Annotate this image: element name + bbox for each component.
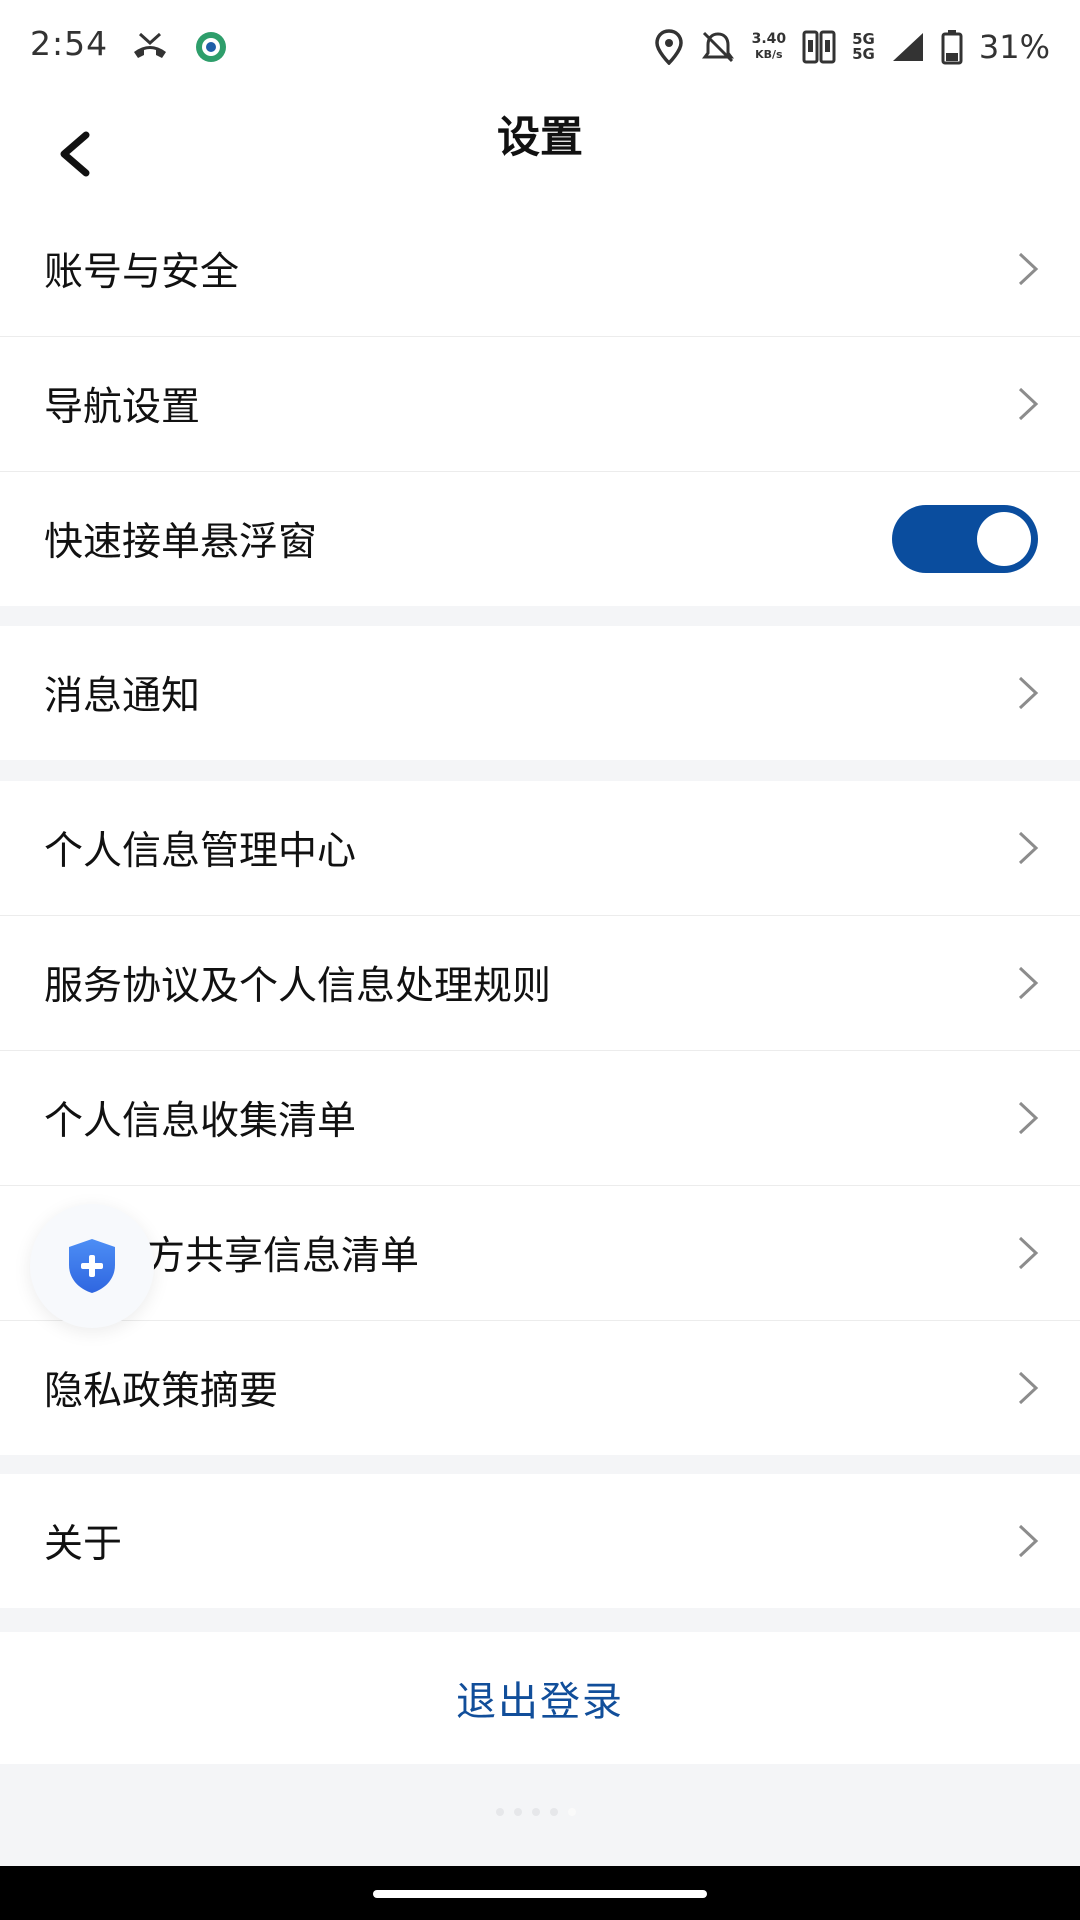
row-label: 隐私政策摘要	[44, 1369, 279, 1414]
settings-row-about[interactable]: 关于	[0, 1474, 1080, 1608]
status-icons: 3.40 KB/s 5G 5G 31%	[654, 26, 1050, 68]
app-notification-icon	[196, 32, 226, 62]
settings-group-privacy: 个人信息管理中心 服务协议及个人信息处理规则 个人信息收集清单 方共享信息清单 …	[0, 781, 1080, 1455]
chevron-right-icon	[1018, 1236, 1039, 1270]
floating-security-button[interactable]	[30, 1204, 154, 1328]
status-bar: 2:54 3.40 KB/s 5G 5G 31%	[0, 0, 1080, 94]
settings-group-notifications: 消息通知	[0, 626, 1080, 760]
row-label: 消息通知	[44, 674, 201, 719]
alarm-off-icon	[701, 31, 734, 63]
chevron-right-icon	[1018, 1524, 1039, 1558]
settings-row-service-agreement[interactable]: 服务协议及个人信息处理规则	[0, 916, 1080, 1051]
chevron-right-icon	[1018, 252, 1039, 286]
home-gesture-handle[interactable]	[373, 1890, 707, 1898]
page-indicator	[496, 1808, 576, 1816]
page-dot	[496, 1808, 504, 1816]
system-navigation-bar	[0, 1866, 1080, 1920]
network-speed-unit: KB/s	[755, 48, 783, 61]
settings-group-about: 关于	[0, 1474, 1080, 1608]
shield-plus-icon	[69, 1239, 115, 1293]
chevron-right-icon	[1018, 676, 1039, 710]
chevron-right-icon	[1018, 966, 1039, 1000]
chevron-right-icon	[1018, 387, 1039, 421]
settings-group-account: 账号与安全 导航设置 快速接单悬浮窗	[0, 202, 1080, 606]
settings-row-privacy-summary[interactable]: 隐私政策摘要	[0, 1321, 1080, 1455]
settings-row-floating-window: 快速接单悬浮窗	[0, 472, 1080, 606]
sim-icon	[802, 30, 836, 64]
row-label: 服务协议及个人信息处理规则	[44, 964, 552, 1009]
settings-row-account-security[interactable]: 账号与安全	[0, 202, 1080, 337]
row-label: 个人信息管理中心	[44, 829, 357, 874]
page-dot	[550, 1808, 558, 1816]
signal-icon	[892, 33, 923, 61]
status-time: 2:54	[30, 24, 109, 63]
row-label: 关于	[44, 1522, 123, 1567]
network-type-bottom: 5G	[852, 45, 875, 63]
settings-row-notifications[interactable]: 消息通知	[0, 626, 1080, 760]
row-label: 账号与安全	[44, 250, 240, 295]
row-label: 个人信息收集清单	[44, 1099, 357, 1144]
battery-percent: 31%	[978, 28, 1050, 66]
logout-button[interactable]: 退出登录	[0, 1632, 1080, 1764]
chevron-right-icon	[1018, 1101, 1039, 1135]
settings-row-personal-info-center[interactable]: 个人信息管理中心	[0, 781, 1080, 916]
page-dot	[532, 1808, 540, 1816]
page-dot	[514, 1808, 522, 1816]
settings-row-info-collection-list[interactable]: 个人信息收集清单	[0, 1051, 1080, 1186]
settings-row-navigation[interactable]: 导航设置	[0, 337, 1080, 472]
settings-row-third-party-sharing[interactable]: 方共享信息清单	[0, 1186, 1080, 1321]
network-speed-value: 3.40	[751, 31, 787, 47]
network-type: 5G 5G	[852, 32, 875, 62]
logout-label: 退出登录	[456, 1679, 624, 1725]
row-label: 快速接单悬浮窗	[44, 520, 318, 565]
toggle-knob	[977, 512, 1031, 566]
page-dot-active	[568, 1808, 576, 1816]
floating-window-toggle[interactable]	[892, 505, 1038, 573]
network-speed: 3.40 KB/s	[752, 32, 787, 62]
chevron-right-icon	[1018, 1371, 1039, 1405]
row-label: 导航设置	[44, 385, 201, 430]
location-icon	[654, 29, 683, 65]
chevron-right-icon	[1018, 831, 1039, 865]
missed-call-icon	[134, 32, 166, 58]
row-label: 方共享信息清单	[146, 1234, 420, 1279]
battery-icon	[941, 30, 963, 65]
